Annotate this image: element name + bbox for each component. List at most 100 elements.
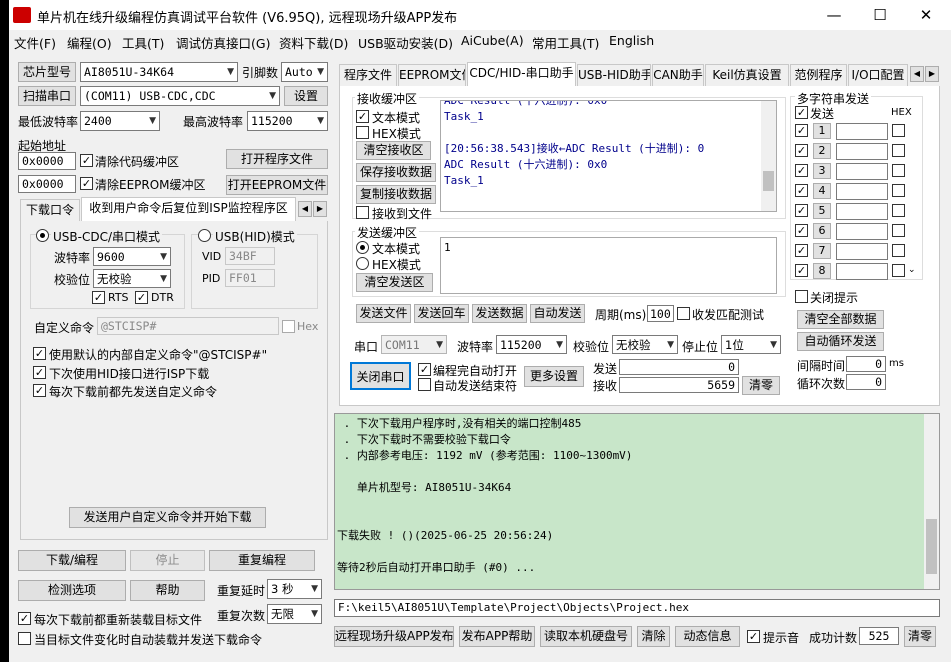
scan-port-button[interactable]: 扫描串口 [18,86,76,106]
menu-usb-driver[interactable]: USB驱动安装(D) [358,33,453,52]
rx-text-mode-checkbox[interactable]: ✓ [356,110,369,123]
clear-log-button[interactable]: 清除 [637,626,670,647]
send-custom-first-checkbox[interactable]: ✓ [33,384,46,397]
multi-row-send-checkbox[interactable]: ✓ [795,184,808,197]
menu-english[interactable]: English [609,33,654,48]
multi-row-hex-checkbox[interactable] [892,144,905,157]
log-scrollbar[interactable] [924,414,939,589]
send-file-button[interactable]: 发送文件 [356,304,411,323]
multi-row-send-button[interactable]: 5 [813,203,831,219]
eeprom-address-input[interactable]: 0x0000 [18,175,76,193]
multi-row-hex-checkbox[interactable] [892,184,905,197]
serial-port-select[interactable]: COM11 ▼ [381,335,447,354]
open-program-file-button[interactable]: 打开程序文件 [226,149,328,169]
multi-row-send-button[interactable]: 7 [813,243,831,259]
multi-row-input[interactable] [836,243,888,260]
clear-count-button[interactable]: 清零 [742,376,780,395]
auto-open-checkbox[interactable]: ✓ [418,363,431,376]
close-icon[interactable]: ✕ [903,0,949,30]
hid-next-checkbox[interactable]: ✓ [33,366,46,379]
pid-input[interactable]: FF01 [225,269,275,287]
more-settings-button[interactable]: 更多设置 [524,366,584,387]
tab-download-password[interactable]: 下载口令 [20,199,80,221]
multi-row-send-checkbox[interactable]: ✓ [795,264,808,277]
log-output[interactable]: . 下次下载用户程序时,没有相关的端口控制485 . 下次下载时不需要校验下载口… [334,413,940,590]
rx-scroll-thumb[interactable] [763,171,774,191]
tab-keil-sim[interactable]: Keil仿真设置 [705,64,789,86]
menu-tools[interactable]: 工具(T) [122,33,164,52]
rx-to-file-checkbox[interactable] [356,206,369,219]
publish-help-button[interactable]: 发布APP帮助 [459,626,535,647]
minimize-icon[interactable]: — [811,0,857,30]
clear-code-checkbox[interactable]: ✓ [80,154,93,167]
send-data-button[interactable]: 发送数据 [472,304,527,323]
tab-can[interactable]: CAN助手 [652,64,704,86]
multi-row-input[interactable] [836,123,888,140]
send-custom-download-button[interactable]: 发送用户自定义命令并开始下载 [69,507,266,528]
dynamic-info-button[interactable]: 动态信息 [675,626,740,647]
tx-textarea[interactable]: 1 [440,237,777,294]
download-program-button[interactable]: 下载/编程 [18,550,126,571]
custom-command-input[interactable]: @STCISP# [97,317,279,335]
read-disk-serial-button[interactable]: 读取本机硬盘号 [540,626,632,647]
interval-input[interactable]: 0 [846,356,886,372]
baud-select[interactable]: 9600 ▼ [93,247,171,266]
match-test-checkbox[interactable] [677,307,690,320]
maximize-icon[interactable]: ☐ [857,0,903,30]
tab-scroll-left-icon[interactable]: ◀ [298,201,312,217]
tab-io-config[interactable]: I/O口配置 [848,64,908,86]
auto-end-checkbox[interactable] [418,378,431,391]
tab-cdc-hid-serial[interactable]: CDC/HID-串口助手 [467,62,576,86]
publish-app-button[interactable]: 远程现场升级APP发布 [334,626,454,647]
period-input[interactable]: 100 [647,305,674,322]
tab-reset-to-isp[interactable]: 收到用户命令后复位到ISP监控程序区 [81,197,296,221]
menu-program[interactable]: 编程(O) [67,33,112,52]
help-button[interactable]: 帮助 [130,580,205,601]
multi-scrollbar[interactable]: ⌄ [906,120,921,278]
multi-row-hex-checkbox[interactable] [892,124,905,137]
default-command-checkbox[interactable]: ✓ [33,347,46,360]
stop-bits-select[interactable]: 1位 ▼ [721,335,781,354]
multi-row-input[interactable] [836,163,888,180]
multi-row-send-checkbox[interactable]: ✓ [795,164,808,177]
multi-row-send-button[interactable]: 2 [813,143,831,159]
reset-success-button[interactable]: 清零 [904,626,936,647]
port-select[interactable]: (COM11) USB-CDC,CDC ▼ [80,86,280,106]
dtr-checkbox[interactable]: ✓ [135,291,148,304]
multi-row-hex-checkbox[interactable] [892,244,905,257]
auto-loop-send-button[interactable]: 自动循环发送 [797,332,884,351]
multi-row-send-checkbox[interactable]: ✓ [795,124,808,137]
check-options-button[interactable]: 检测选项 [18,580,126,601]
open-eeprom-file-button[interactable]: 打开EEPROM文件 [226,175,328,195]
multi-row-send-checkbox[interactable]: ✓ [795,224,808,237]
rx-textarea[interactable]: ADC Result (十六进制): 0x0 Task_1 [20:56:38.… [440,100,777,212]
hex-checkbox[interactable] [282,320,295,333]
rx-hex-mode-checkbox[interactable] [356,126,369,139]
menu-file[interactable]: 文件(F) [14,33,56,52]
multi-row-send-button[interactable]: 1 [813,123,831,139]
send-enter-button[interactable]: 发送回车 [414,304,469,323]
parity-select[interactable]: 无校验 ▼ [93,269,171,288]
multi-row-send-button[interactable]: 3 [813,163,831,179]
menu-common-tools[interactable]: 常用工具(T) [532,33,599,52]
rx-scrollbar[interactable] [761,101,776,211]
tx-text-mode-radio[interactable] [356,241,369,254]
repeat-count-select[interactable]: 无限 ▼ [267,604,322,624]
tab-scroll-left-icon[interactable]: ◀ [910,66,924,82]
serial-parity-select[interactable]: 无校验 ▼ [612,335,678,354]
min-baud-select[interactable]: 2400 ▼ [80,111,160,131]
usb-cdc-radio[interactable] [36,229,49,242]
chevron-down-icon[interactable]: ⌄ [908,265,916,275]
tab-eeprom-file[interactable]: EEPROM文件 [398,64,466,86]
clear-rx-button[interactable]: 清空接收区 [356,141,431,160]
copy-rx-button[interactable]: 复制接收数据 [356,185,436,204]
multi-row-hex-checkbox[interactable] [892,204,905,217]
multi-send-all-checkbox[interactable]: ✓ [795,106,808,119]
multi-row-hex-checkbox[interactable] [892,224,905,237]
chip-model-select[interactable]: AI8051U-34K64 ▼ [80,62,238,82]
pins-select[interactable]: Auto ▼ [281,62,328,82]
tab-program-file[interactable]: 程序文件 [339,64,397,86]
multi-row-send-button[interactable]: 4 [813,183,831,199]
multi-row-hex-checkbox[interactable] [892,164,905,177]
chip-model-button[interactable]: 芯片型号 [18,62,76,82]
